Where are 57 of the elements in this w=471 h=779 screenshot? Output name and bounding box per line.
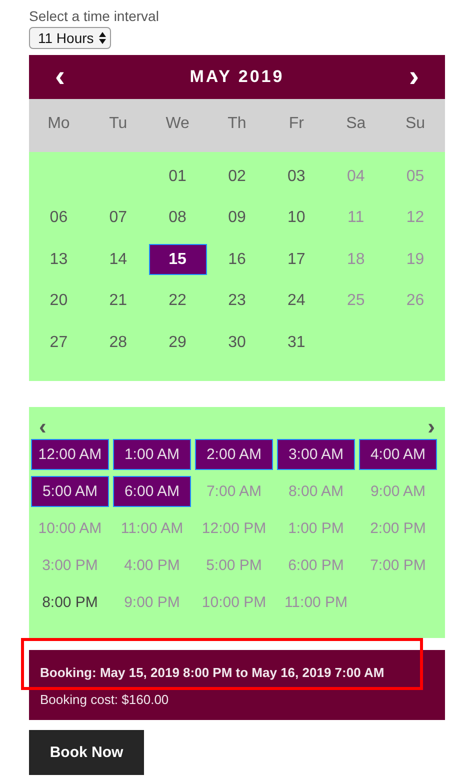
day-cell[interactable]: 02	[208, 161, 266, 192]
field-label: Select a time interval	[29, 8, 159, 24]
book-now-button[interactable]: Book Now	[29, 730, 144, 774]
day-cell[interactable]: 01	[148, 161, 207, 192]
day-cell[interactable]: 14	[89, 244, 148, 276]
weekday-label: Th	[226, 115, 248, 133]
day-cell[interactable]: 13	[30, 244, 88, 276]
booking-summary: Booking: May 15, 2019 8:00 PM to May 16, 2019 7:00 AM	[40, 664, 386, 680]
day-cell-text: 19	[405, 250, 426, 270]
day-cell[interactable]: 24	[267, 286, 326, 317]
weekday-label: Sa	[345, 115, 367, 133]
day-cell-text: 11	[346, 208, 366, 228]
day-cell[interactable]: 27	[30, 327, 88, 358]
day-cell-text: 05	[405, 166, 426, 187]
day-cell[interactable]: 20	[30, 286, 88, 317]
weekday-label: Mo	[46, 115, 71, 133]
day-cell[interactable]: 10	[267, 202, 326, 234]
day-cell-text: 18	[346, 250, 366, 270]
next-month-button[interactable]: ›	[402, 62, 425, 92]
time-slot[interactable]: 2:00 AM	[195, 438, 273, 470]
day-cell[interactable]: 08	[148, 202, 207, 234]
next-slots-button[interactable]: ›	[426, 416, 437, 436]
weekday-label: Fr	[288, 115, 305, 133]
time-slot[interactable]: 1:00 AM	[113, 438, 191, 470]
time-slot[interactable]: 8:00 PM	[31, 586, 109, 618]
day-cell-text: 04	[346, 166, 366, 187]
up-down-arrows-icon	[98, 32, 106, 44]
day-cell[interactable]: 23	[208, 286, 266, 317]
time-slot[interactable]: 12:00 AM	[31, 438, 109, 470]
booking-cost: Booking cost: $160.00	[40, 692, 170, 708]
day-cell[interactable]: 31	[267, 327, 326, 358]
time-slot[interactable]: 6:00 AM	[113, 476, 191, 506]
previous-month-button[interactable]: ‹	[49, 62, 71, 92]
interval-dropdown[interactable]: 11 Hours	[29, 27, 111, 49]
day-cell[interactable]: 15	[148, 244, 207, 276]
day-cell[interactable]: 07	[89, 202, 148, 234]
day-cell[interactable]: 22	[148, 286, 207, 317]
day-cell[interactable]: 06	[30, 202, 88, 234]
month-title: MAY 2019	[190, 67, 284, 87]
time-slot[interactable]: 4:00 AM	[359, 438, 437, 470]
previous-slots-button[interactable]: ‹	[37, 416, 48, 436]
day-cell[interactable]: 28	[89, 327, 148, 358]
day-cell-text: 26	[405, 291, 426, 312]
time-slot[interactable]: 3:00 AM	[277, 438, 355, 470]
weekday-label: Tu	[108, 115, 128, 133]
day-cell[interactable]: 16	[208, 244, 266, 276]
weekday-label: We	[164, 115, 190, 133]
day-cell[interactable]: 03	[267, 161, 326, 192]
day-cell[interactable]: 21	[89, 286, 148, 317]
day-cell[interactable]: 09	[208, 202, 266, 234]
day-cell[interactable]: 29	[148, 327, 207, 358]
weekday-label: Su	[404, 115, 426, 133]
day-cell-text: 12	[405, 208, 426, 228]
day-cell-text: 25	[346, 291, 366, 312]
time-slot[interactable]: 5:00 AM	[31, 476, 109, 506]
day-cell[interactable]: 17	[267, 244, 326, 276]
day-cell[interactable]: 30	[208, 327, 266, 358]
